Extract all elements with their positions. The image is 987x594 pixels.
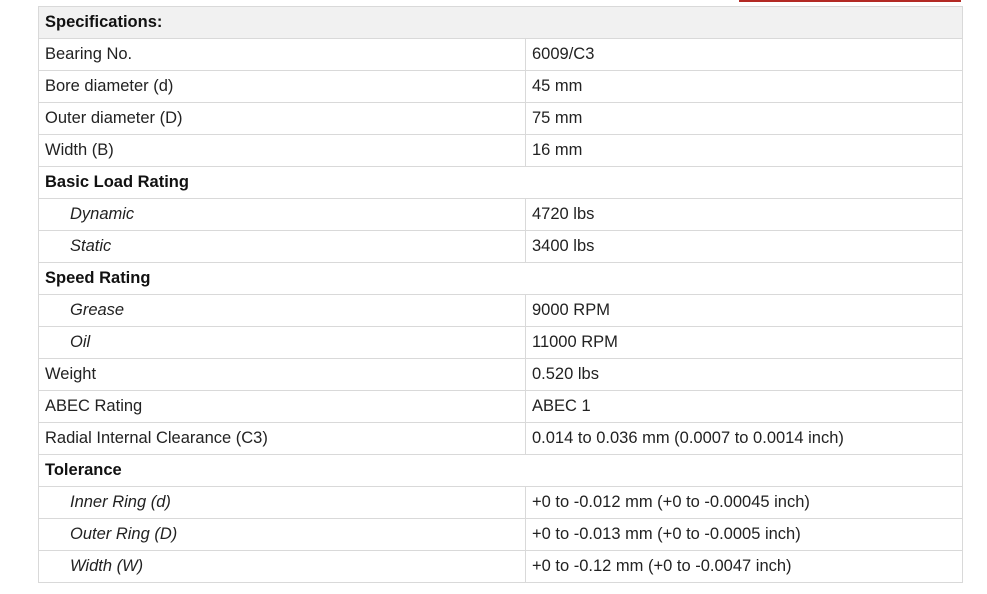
spec-value: ABEC 1 — [525, 390, 963, 423]
spec-value: 45 mm — [525, 70, 963, 103]
table-row: Static 3400 lbs — [38, 230, 963, 263]
section-row-speed-rating: Speed Rating — [38, 262, 963, 295]
table-row: Dynamic 4720 lbs — [38, 198, 963, 231]
section-title-tolerance: Tolerance — [38, 454, 963, 487]
table-header-row: Specifications: — [38, 6, 963, 39]
spec-sublabel: Width (W) — [38, 550, 526, 583]
spec-value: +0 to -0.013 mm (+0 to -0.0005 inch) — [525, 518, 963, 551]
specifications-header: Specifications: — [38, 6, 963, 39]
table-row: Radial Internal Clearance (C3) 0.014 to … — [38, 422, 963, 455]
table-row: Weight 0.520 lbs — [38, 358, 963, 391]
section-title-load-rating: Basic Load Rating — [38, 166, 963, 199]
spec-sublabel: Grease — [38, 294, 526, 327]
spec-sublabel: Inner Ring (d) — [38, 486, 526, 519]
table-row: Oil 11000 RPM — [38, 326, 963, 359]
spec-value: 4720 lbs — [525, 198, 963, 231]
spec-value: 3400 lbs — [525, 230, 963, 263]
spec-label: Width (B) — [38, 134, 526, 167]
section-row-tolerance: Tolerance — [38, 454, 963, 487]
spec-value: 0.014 to 0.036 mm (0.0007 to 0.0014 inch… — [525, 422, 963, 455]
spec-sublabel: Dynamic — [38, 198, 526, 231]
spec-label: ABEC Rating — [38, 390, 526, 423]
spec-value: +0 to -0.12 mm (+0 to -0.0047 inch) — [525, 550, 963, 583]
accent-bar — [739, 0, 961, 2]
table-row: Inner Ring (d) +0 to -0.012 mm (+0 to -0… — [38, 486, 963, 519]
table-row: Outer Ring (D) +0 to -0.013 mm (+0 to -0… — [38, 518, 963, 551]
spec-sublabel: Outer Ring (D) — [38, 518, 526, 551]
spec-value: 0.520 lbs — [525, 358, 963, 391]
table-row: Bore diameter (d) 45 mm — [38, 70, 963, 103]
spec-value: 11000 RPM — [525, 326, 963, 359]
spec-value: 6009/C3 — [525, 38, 963, 71]
spec-label: Radial Internal Clearance (C3) — [38, 422, 526, 455]
spec-label: Outer diameter (D) — [38, 102, 526, 135]
specifications-table: Specifications: Bearing No. 6009/C3 Bore… — [38, 6, 963, 583]
spec-sublabel: Oil — [38, 326, 526, 359]
spec-value: 9000 RPM — [525, 294, 963, 327]
spec-value: +0 to -0.012 mm (+0 to -0.00045 inch) — [525, 486, 963, 519]
table-row: Outer diameter (D) 75 mm — [38, 102, 963, 135]
spec-label: Bore diameter (d) — [38, 70, 526, 103]
spec-label: Bearing No. — [38, 38, 526, 71]
table-row: Grease 9000 RPM — [38, 294, 963, 327]
table-row: ABEC Rating ABEC 1 — [38, 390, 963, 423]
spec-label: Weight — [38, 358, 526, 391]
spec-value: 75 mm — [525, 102, 963, 135]
section-title-speed-rating: Speed Rating — [38, 262, 963, 295]
section-row-load-rating: Basic Load Rating — [38, 166, 963, 199]
table-row: Width (B) 16 mm — [38, 134, 963, 167]
spec-sublabel: Static — [38, 230, 526, 263]
spec-value: 16 mm — [525, 134, 963, 167]
table-row: Bearing No. 6009/C3 — [38, 38, 963, 71]
table-row: Width (W) +0 to -0.12 mm (+0 to -0.0047 … — [38, 550, 963, 583]
